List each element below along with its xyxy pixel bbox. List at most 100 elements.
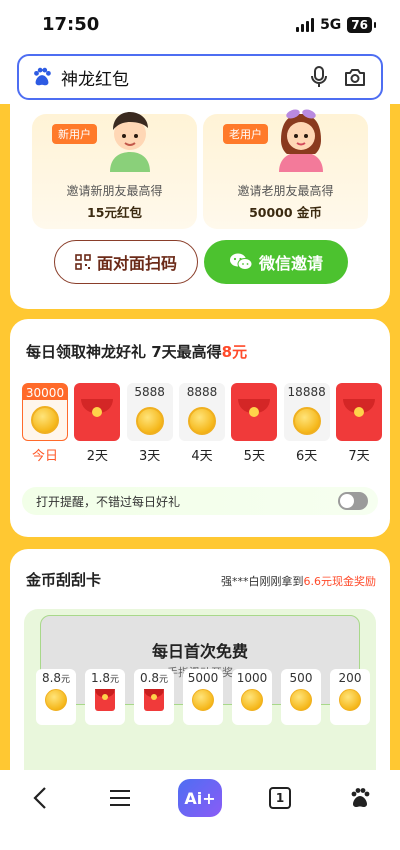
coin-icon [45,689,67,711]
day-label: 5天 [243,449,265,464]
back-button[interactable] [18,778,62,818]
prize-item: 5000 [183,669,223,725]
microphone-icon [311,66,327,87]
prize-item: 8.8元 [36,669,76,725]
new-user-reward: 15元红包 [87,205,142,220]
old-user-desc: 邀请老朋友最高得 [237,184,334,198]
prize-row: 8.8元 1.8元 0.8元 5000 1000 500 200 [36,669,370,725]
prize-item: 0.8元 [134,669,174,725]
ai-assistant-button[interactable]: Ai+ [178,778,222,818]
day-label: 4天 [191,449,213,464]
day-item[interactable]: 5888 3天 [126,383,173,464]
new-user-tag: 新用户 [52,124,97,144]
bottom-nav: Ai+ 1 [0,770,400,850]
scratch-title: 金币刮刮卡 [26,571,102,589]
day-reward-box [74,383,121,441]
red-envelope-icon [81,399,114,435]
day-label: 今日 [31,449,58,464]
new-user-desc: 邀请新朋友最高得 [66,184,163,198]
remind-text: 打开提醒，不错过每日好礼 [36,494,181,509]
wechat-invite-button[interactable]: 微信邀请 [204,240,348,284]
prize-item: 1000 [232,669,272,725]
old-user-reward: 50000 金币 [249,205,322,220]
day-item[interactable]: 8888 4天 [178,383,225,464]
signal-icon [296,18,315,32]
prize-item: 500 [281,669,321,725]
daily-gift-title: 每日领取神龙好礼 7天最高得8元 [26,343,248,361]
status-bar: 17:50 5G 76 [0,0,400,50]
day-item[interactable]: 7天 [335,383,382,464]
voice-search-button[interactable] [305,63,333,91]
coin-icon [31,406,59,434]
scratch-card-title: 每日首次免费 [151,642,248,661]
red-envelope-icon [238,399,271,435]
prize-item: 1.8元 [85,669,125,725]
coin-icon [192,689,214,711]
daily-gift-card: 每日领取神龙好礼 7天最高得8元 30000 今日 2天 5888 3天 8888 4天 5天… [10,319,390,537]
tabs-button[interactable]: 1 [258,778,302,818]
wechat-icon [229,253,253,270]
old-user-tag: 老用户 [223,124,268,144]
face-to-face-label: 面对面扫码 [96,254,177,273]
prize-value: 1.8元 [90,671,120,685]
remind-toggle[interactable] [338,492,368,510]
qr-code-icon [75,254,91,270]
prize-value: 1000 [236,671,268,685]
daily-days-row: 30000 今日 2天 5888 3天 8888 4天 5天 18888 6天 7天 [22,383,382,464]
boy-avatar-icon [110,112,150,172]
red-envelope-icon [342,399,375,435]
old-user-promo[interactable]: 老用户 邀请老朋友最高得 50000 金币 [203,109,368,229]
day-reward-box: 30000 [22,383,68,441]
coin-icon [292,407,321,435]
prize-value: 500 [289,671,313,685]
prize-value: 0.8元 [139,671,169,685]
day-amount: 18888 [287,385,326,399]
invite-card: 新用户 邀请新朋友最高得 15元红包 老用户 邀请老朋友最高得 50000 金币… [10,104,390,309]
coin-icon [135,407,164,435]
remind-bar: 打开提醒，不错过每日好礼 [22,487,378,515]
status-time: 17:50 [42,14,100,35]
coin-icon [187,407,216,435]
camera-search-button[interactable] [341,63,369,91]
battery-icon: 76 [347,17,376,33]
day-amount: 5888 [134,385,165,399]
red-envelope-icon [144,689,164,711]
prize-item: 200 [330,669,370,725]
main-content: 新用户 邀请新朋友最高得 15元红包 老用户 邀请老朋友最高得 50000 金币… [0,104,400,770]
coin-icon [339,689,361,711]
coin-icon [290,689,312,711]
ai-plus-label: Ai+ [178,779,222,817]
search-bar[interactable]: 神龙红包 [17,54,383,100]
chevron-left-icon [33,787,46,809]
face-to-face-scan-button[interactable]: 面对面扫码 [54,240,198,284]
wechat-invite-label: 微信邀请 [258,254,323,273]
coin-icon [241,689,263,711]
home-button[interactable] [338,778,382,818]
day-item[interactable]: 18888 6天 [283,383,330,464]
day-label: 3天 [139,449,161,464]
day-reward-box: 18888 [283,383,330,441]
scratch-winner-notice: 强***白刚刚拿到6.6元现金奖励 [221,575,376,588]
day-item[interactable]: 30000 今日 [22,383,68,464]
search-input[interactable]: 神龙红包 [61,65,297,90]
day-label: 6天 [296,449,318,464]
prize-value: 5000 [187,671,219,685]
girl-avatar-icon [279,109,323,172]
day-reward-box: 5888 [126,383,173,441]
day-reward-box: 8888 [178,383,225,441]
network-label: 5G [320,17,342,33]
day-amount: 30000 [23,384,67,400]
prize-value: 8.8元 [41,671,71,685]
baidu-paw-icon [34,67,51,86]
new-user-promo[interactable]: 新用户 邀请新朋友最高得 15元红包 [32,112,197,229]
prize-value: 200 [338,671,362,685]
menu-button[interactable] [98,778,142,818]
day-reward-box [231,383,278,441]
day-reward-box [335,383,382,441]
day-item[interactable]: 2天 [74,383,121,464]
day-item[interactable]: 5天 [231,383,278,464]
day-amount: 8888 [186,385,218,399]
tab-count-icon: 1 [269,787,291,809]
day-label: 7天 [348,449,370,464]
red-envelope-icon [95,689,115,711]
